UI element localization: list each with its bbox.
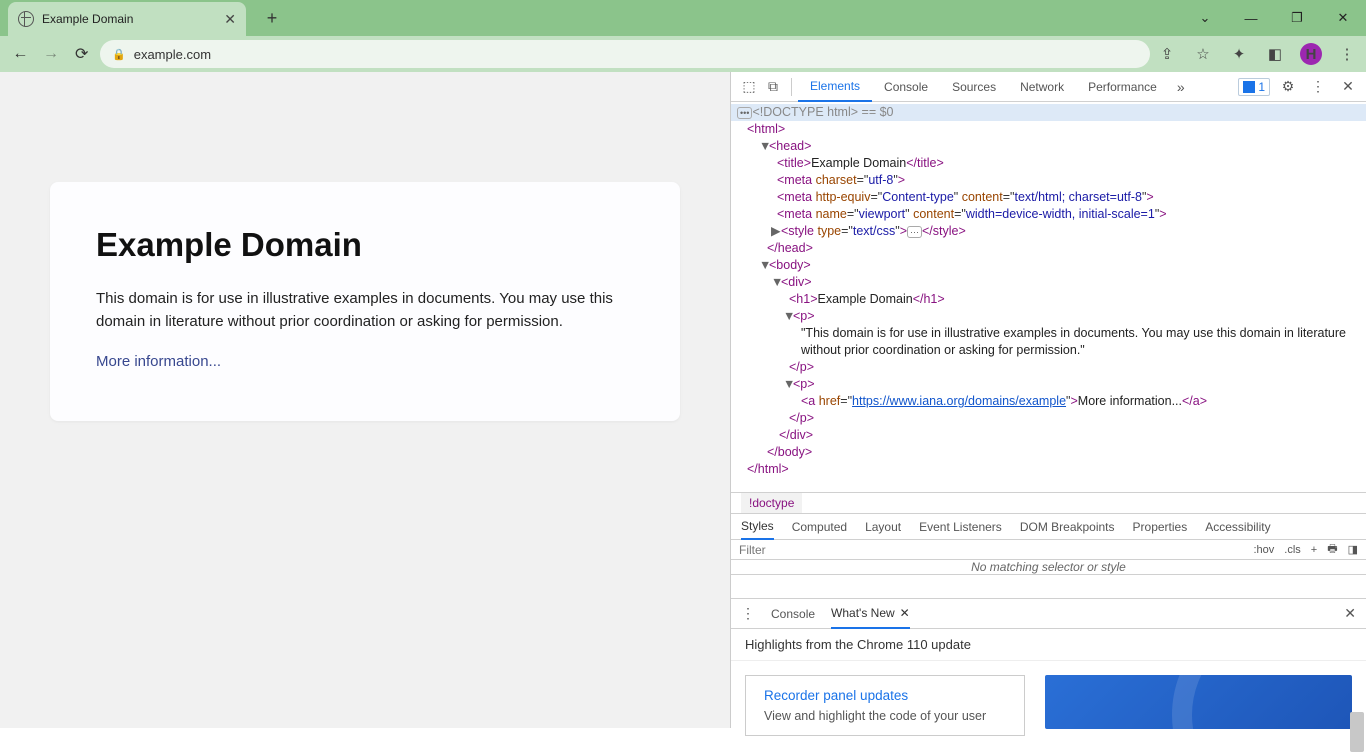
panel-layout-icon[interactable]: ◨ xyxy=(1348,543,1358,556)
url-text: example.com xyxy=(134,47,211,62)
close-window-button[interactable]: ✕ xyxy=(1320,0,1366,36)
browser-tab[interactable]: Example Domain ✕ xyxy=(8,2,246,36)
styles-tab-properties[interactable]: Properties xyxy=(1133,514,1188,540)
cls-toggle[interactable]: .cls xyxy=(1284,544,1301,556)
whatsnew-card-sub: View and highlight the code of your user xyxy=(764,709,1006,723)
scrollbar-thumb[interactable] xyxy=(1350,712,1364,752)
inspect-icon[interactable]: ⬚ xyxy=(737,75,761,99)
menu-icon[interactable]: ⋮ xyxy=(1336,43,1358,65)
print-icon[interactable]: 🖶 xyxy=(1327,540,1337,559)
profile-avatar[interactable]: H xyxy=(1300,43,1322,65)
extensions-icon[interactable]: ✦ xyxy=(1228,43,1250,65)
styles-tab-accessibility[interactable]: Accessibility xyxy=(1205,514,1270,540)
devtools-close-icon[interactable]: ✕ xyxy=(1336,75,1360,99)
styles-tab-layout[interactable]: Layout xyxy=(865,514,901,540)
whatsnew-hero-image xyxy=(1045,675,1352,729)
styles-tab-styles[interactable]: Styles xyxy=(741,514,774,540)
back-button[interactable]: ← xyxy=(8,40,33,68)
dom-tree[interactable]: •••<!DOCTYPE html> == $0 <html> ▼<head> … xyxy=(731,102,1366,492)
drawer-tab-whatsnew[interactable]: What's New✕ xyxy=(831,599,910,629)
drawer-kebab-icon[interactable]: ⋮ xyxy=(741,605,755,622)
more-tabs-icon[interactable]: » xyxy=(1169,75,1193,99)
share-icon[interactable]: ⇪ xyxy=(1156,43,1178,65)
new-tab-button[interactable]: + xyxy=(258,4,286,32)
device-toggle-icon[interactable]: ⧉ xyxy=(761,75,785,99)
page-viewport: Example Domain This domain is for use in… xyxy=(0,72,730,728)
address-bar[interactable]: 🔒 example.com xyxy=(100,40,1150,68)
whatsnew-card-title: Recorder panel updates xyxy=(764,688,1006,703)
tab-performance[interactable]: Performance xyxy=(1076,72,1169,102)
whatsnew-heading: Highlights from the Chrome 110 update xyxy=(731,629,1366,661)
maximize-button[interactable]: ❐ xyxy=(1274,0,1320,36)
whatsnew-card[interactable]: Recorder panel updates View and highligh… xyxy=(745,675,1025,736)
drawer-tab-console[interactable]: Console xyxy=(771,599,815,629)
bookmark-icon[interactable]: ☆ xyxy=(1192,43,1214,65)
tab-network[interactable]: Network xyxy=(1008,72,1076,102)
styles-tab-computed[interactable]: Computed xyxy=(792,514,847,540)
settings-icon[interactable]: ⚙ xyxy=(1276,75,1300,99)
tab-elements[interactable]: Elements xyxy=(798,72,872,102)
tab-close-icon[interactable]: ✕ xyxy=(224,11,236,28)
tab-console[interactable]: Console xyxy=(872,72,940,102)
tab-close-icon[interactable]: ✕ xyxy=(900,606,910,620)
kebab-icon[interactable]: ⋮ xyxy=(1306,75,1330,99)
content-card: Example Domain This domain is for use in… xyxy=(50,182,680,421)
styles-tab-eventlisteners[interactable]: Event Listeners xyxy=(919,514,1002,540)
ellipsis-icon[interactable]: ••• xyxy=(737,107,752,119)
tab-sources[interactable]: Sources xyxy=(940,72,1008,102)
styles-tab-dombreakpoints[interactable]: DOM Breakpoints xyxy=(1020,514,1115,540)
site-icon xyxy=(18,11,34,27)
page-paragraph: This domain is for use in illustrative e… xyxy=(96,288,634,333)
issues-badge[interactable]: 1 xyxy=(1238,78,1270,96)
lock-icon: 🔒 xyxy=(112,48,126,61)
devtools-panel: ⬚ ⧉ Elements Console Sources Network Per… xyxy=(730,72,1366,728)
forward-button[interactable]: → xyxy=(39,40,64,68)
tab-title: Example Domain xyxy=(42,12,133,26)
no-match-message: No matching selector or style xyxy=(731,560,1366,575)
hov-toggle[interactable]: :hov xyxy=(1253,544,1274,556)
sidepanel-icon[interactable]: ◧ xyxy=(1264,43,1286,65)
drawer-close-icon[interactable]: ✕ xyxy=(1344,605,1356,622)
minimize-button[interactable]: ― xyxy=(1228,0,1274,36)
more-info-link[interactable]: More information... xyxy=(96,353,221,370)
page-heading: Example Domain xyxy=(96,226,634,264)
reload-button[interactable]: ⟳ xyxy=(69,40,94,68)
chevron-down-icon[interactable]: ⌄ xyxy=(1182,0,1228,36)
breadcrumb[interactable]: !doctype xyxy=(731,492,1366,514)
styles-filter-input[interactable] xyxy=(739,543,1245,557)
new-style-icon[interactable]: + xyxy=(1311,544,1317,556)
